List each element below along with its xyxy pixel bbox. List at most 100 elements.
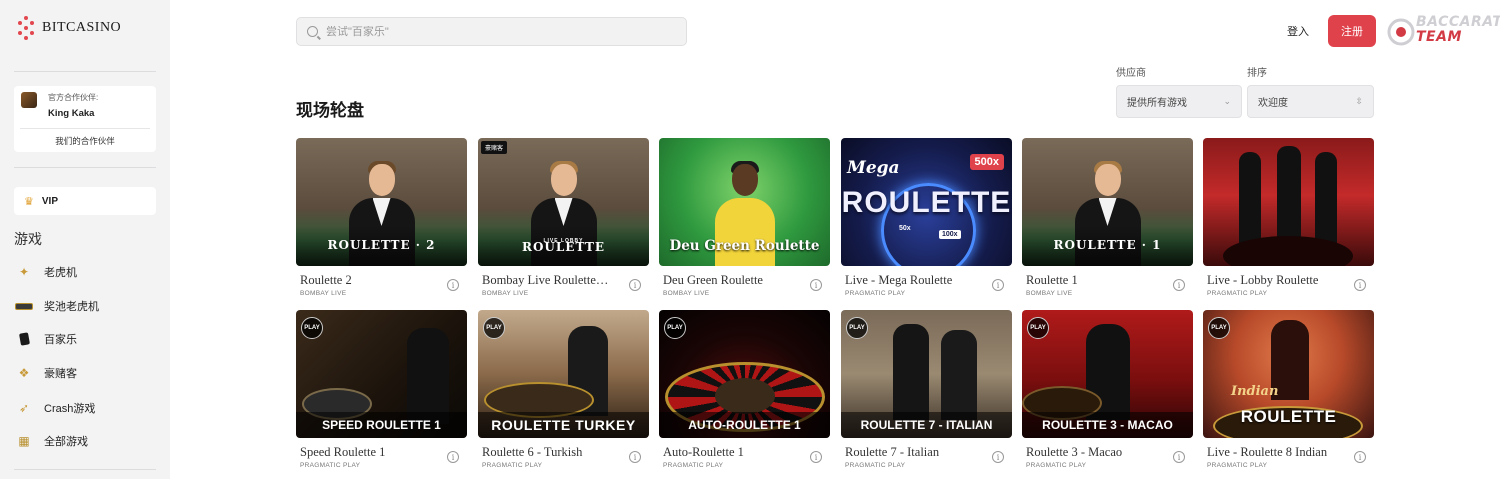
logo[interactable]: BITCASINO: [16, 16, 121, 40]
sidebar-item-jackpot[interactable]: 奖池老虎机: [14, 295, 156, 317]
game-thumbnail[interactable]: PLAY ROULETTE 3 - MACAO: [1022, 310, 1193, 438]
game-thumbnail[interactable]: PLAY SPEED ROULETTE 1: [296, 310, 467, 438]
game-provider: PRAGMATIC PLAY: [845, 462, 906, 469]
our-partners-link[interactable]: 我们的合作伙伴: [14, 135, 156, 147]
game-card[interactable]: PLAY AUTO-ROULETTE 1 Auto-Roulette 1 PRA…: [659, 310, 830, 469]
info-icon[interactable]: i: [629, 451, 641, 463]
game-card[interactable]: PLAY ROULETTE 7 - ITALIAN Roulette 7 - I…: [841, 310, 1012, 469]
game-title: Auto-Roulette 1: [663, 445, 744, 459]
game-thumbnail[interactable]: PLAY AUTO-ROULETTE 1: [659, 310, 830, 438]
search-bar[interactable]: [296, 17, 687, 46]
thumbnail-text: ROULETTE: [521, 240, 606, 254]
game-card[interactable]: PLAY ROULETTE TURKEY Roulette 6 - Turkis…: [478, 310, 649, 469]
chevron-updown-icon: ⇳: [1355, 96, 1363, 106]
provider-filter-label: 供应商: [1116, 68, 1146, 79]
info-icon[interactable]: i: [1354, 279, 1366, 291]
game-provider: PRAGMATIC PLAY: [663, 462, 724, 469]
info-icon[interactable]: i: [447, 451, 459, 463]
sidebar-item-all-games[interactable]: ▦ 全部游戏: [14, 430, 156, 452]
game-provider: PRAGMATIC PLAY: [482, 462, 543, 469]
game-card[interactable]: Deu Green Roulette Deu Green Roulette BO…: [659, 138, 830, 297]
game-provider: PRAGMATIC PLAY: [1207, 290, 1268, 297]
login-button[interactable]: 登入: [1280, 23, 1316, 39]
game-card[interactable]: PLAY ROULETTE 3 - MACAO Roulette 3 - Mac…: [1022, 310, 1193, 469]
sidebar-item-high-roller[interactable]: ❖ 豪赌客: [14, 362, 156, 384]
game-provider: BOMBAY LIVE: [1026, 290, 1073, 297]
info-icon[interactable]: i: [810, 451, 822, 463]
play-badge: PLAY: [301, 317, 323, 339]
thumbnail-text: ROULETTE: [1240, 407, 1337, 426]
game-title: Bombay Live Roulette…: [482, 273, 609, 287]
game-card[interactable]: 豪赌客 LIVE LOBBY ROULETTE Bombay Live Roul…: [478, 138, 649, 297]
search-icon: [307, 26, 318, 37]
rocket-icon: ➶: [18, 401, 30, 415]
game-thumbnail[interactable]: PLAY ROULETTE TURKEY: [478, 310, 649, 438]
sidebar-item-label: 豪赌客: [44, 368, 77, 380]
page-title: 现场轮盘: [296, 101, 364, 120]
info-icon[interactable]: i: [1173, 451, 1185, 463]
game-title: Roulette 3 - Macao: [1026, 445, 1123, 459]
sidebar-item-baccarat[interactable]: 百家乐: [14, 328, 156, 350]
multiplier-chip: 100x: [939, 230, 961, 239]
game-thumbnail[interactable]: PLAY ROULETTE 7 - ITALIAN: [841, 310, 1012, 438]
game-title: Roulette 6 - Turkish: [482, 445, 583, 459]
search-input[interactable]: [326, 25, 666, 38]
play-badge: PLAY: [483, 317, 505, 339]
thumbnail-text: SPEED ROULETTE 1: [296, 412, 467, 438]
info-icon[interactable]: i: [629, 279, 641, 291]
game-card[interactable]: ROULETTE · 2 Roulette 2 BOMBAY LIVE i: [296, 138, 467, 297]
sidebar-item-slots[interactable]: ✦ 老虎机: [14, 261, 156, 283]
baccarat-card-icon: [14, 329, 34, 349]
chevron-down-icon: ⌄: [1223, 96, 1231, 106]
game-title: Roulette 7 - Italian: [845, 445, 940, 459]
game-provider: BOMBAY LIVE: [300, 290, 347, 297]
provider-select-value: 提供所有游戏: [1127, 98, 1187, 109]
game-card[interactable]: PLAY Indian ROULETTE Live - Roulette 8 I…: [1203, 310, 1374, 469]
play-badge: PLAY: [664, 317, 686, 339]
sidebar-item-label: 老虎机: [44, 267, 77, 279]
info-icon[interactable]: i: [447, 279, 459, 291]
thumbnail-text: ROULETTE 3 - MACAO: [1022, 412, 1193, 438]
game-card[interactable]: ROULETTE · 1 Roulette 1 BOMBAY LIVE i: [1022, 138, 1193, 297]
game-card[interactable]: Live - Lobby Roulette PRAGMATIC PLAY i: [1203, 138, 1374, 297]
sidebar-item-label: 全部游戏: [44, 436, 88, 448]
thumbnail-text: AUTO-ROULETTE 1: [659, 412, 830, 438]
sidebar-item-label: Crash游戏: [44, 403, 96, 415]
game-thumbnail[interactable]: ROULETTE · 1: [1022, 138, 1193, 266]
game-thumbnail[interactable]: PLAY Indian ROULETTE: [1203, 310, 1374, 438]
partner-divider: [20, 128, 150, 129]
game-provider: PRAGMATIC PLAY: [1207, 462, 1268, 469]
game-title: Deu Green Roulette: [663, 273, 763, 287]
info-icon[interactable]: i: [992, 279, 1004, 291]
sort-select[interactable]: 欢迎度 ⇳: [1247, 85, 1374, 118]
sidebar-item-crash[interactable]: ➶ Crash游戏: [14, 397, 156, 419]
vip-label: VIP: [41, 195, 58, 207]
sidebar-item-label: 百家乐: [44, 334, 77, 346]
provider-select[interactable]: 提供所有游戏 ⌄: [1116, 85, 1242, 118]
info-icon[interactable]: i: [1173, 279, 1185, 291]
game-thumbnail[interactable]: [1203, 138, 1374, 266]
crown-icon: ♛: [24, 195, 34, 208]
sort-label: 排序: [1247, 68, 1267, 79]
thumbnail-text: ROULETTE 7 - ITALIAN: [841, 412, 1012, 438]
jackpot-icon: [14, 296, 34, 316]
grid-icon: ▦: [18, 434, 30, 448]
info-icon[interactable]: i: [810, 279, 822, 291]
sidebar-item-vip[interactable]: ♛ VIP: [14, 187, 156, 215]
game-card[interactable]: Mega ROULETTE 500x 50x 100x Live - Mega …: [841, 138, 1012, 297]
game-thumbnail[interactable]: 豪赌客 LIVE LOBBY ROULETTE: [478, 138, 649, 266]
register-button[interactable]: 注册: [1328, 15, 1376, 47]
thumbnail-text: ROULETTE · 2: [327, 238, 436, 252]
info-icon[interactable]: i: [992, 451, 1004, 463]
thumbnail-script-text: Indian: [1231, 384, 1279, 399]
play-badge: PLAY: [1208, 317, 1230, 339]
game-thumbnail[interactable]: Mega ROULETTE 500x 50x 100x: [841, 138, 1012, 266]
game-thumbnail[interactable]: ROULETTE · 2: [296, 138, 467, 266]
baccarat-team-logo-mark: [1387, 18, 1415, 46]
game-title: Roulette 2: [300, 273, 352, 287]
sort-select-value: 欢迎度: [1258, 98, 1288, 109]
info-icon[interactable]: i: [1354, 451, 1366, 463]
game-provider: BOMBAY LIVE: [663, 290, 710, 297]
game-thumbnail[interactable]: Deu Green Roulette: [659, 138, 830, 266]
game-card[interactable]: PLAY SPEED ROULETTE 1 Speed Roulette 1 P…: [296, 310, 467, 469]
